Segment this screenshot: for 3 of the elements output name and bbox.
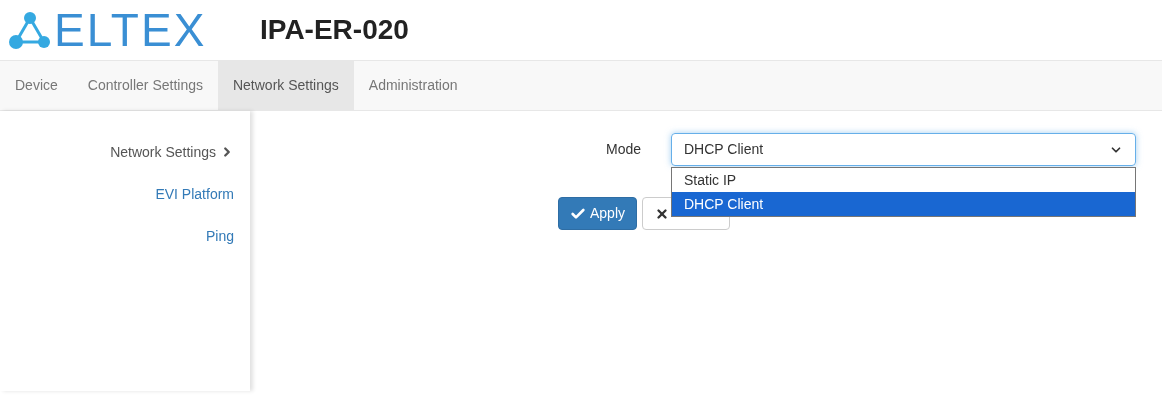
mode-label: Mode <box>604 140 642 159</box>
logo-text: ELTEX <box>54 7 207 53</box>
device-title: IPA-ER-020 <box>260 13 409 47</box>
